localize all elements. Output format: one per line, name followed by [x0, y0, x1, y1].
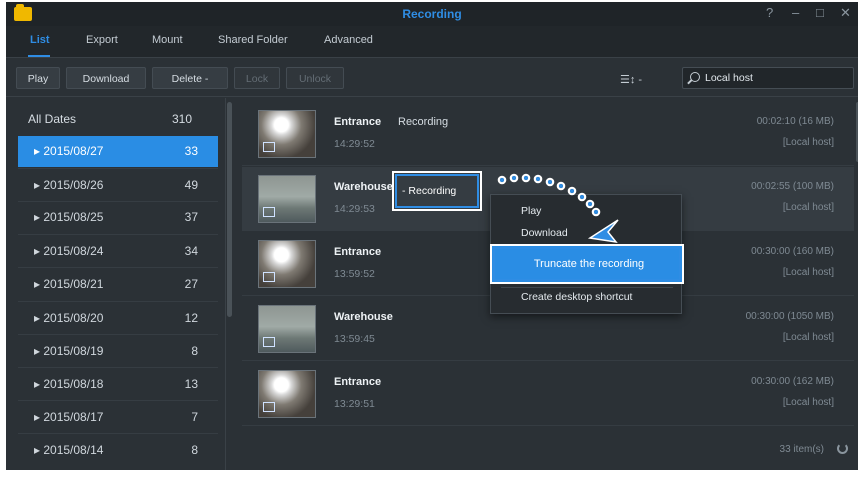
recording-window: Recording ? – □ ✕ List Export Mount Shar… — [6, 2, 858, 470]
list-footer: 33 item(s) — [242, 434, 854, 464]
pointer-arrow-icon — [497, 173, 619, 244]
refresh-icon[interactable] — [837, 443, 848, 454]
items-count: 33 item(s) — [779, 444, 824, 455]
